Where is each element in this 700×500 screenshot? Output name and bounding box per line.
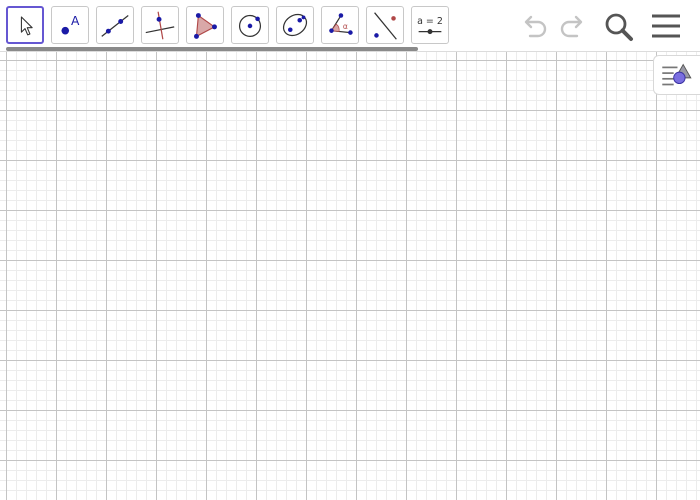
tool-line[interactable] [96, 6, 134, 44]
undo-icon [524, 15, 547, 38]
undo-button[interactable] [519, 13, 551, 41]
tool-ellipse[interactable] [276, 6, 314, 44]
tool-reflect[interactable] [366, 6, 404, 44]
toolbar: A α a = 2 [0, 0, 700, 52]
tool-circle[interactable] [231, 6, 269, 44]
ellipse-icon [282, 13, 308, 37]
tool-perpendicular-line[interactable] [141, 6, 179, 44]
tool-polygon[interactable] [186, 6, 224, 44]
hamburger-menu-icon [652, 14, 680, 38]
toolbar-scrollbar[interactable] [6, 47, 418, 51]
redo-icon [560, 15, 583, 38]
redo-button[interactable] [556, 13, 588, 41]
tool-angle-label: α [343, 22, 348, 31]
move-arrow-icon [20, 16, 33, 36]
polygon-icon [194, 13, 217, 39]
style-bar-icon [662, 63, 692, 86]
tool-slider-label: a = 2 [417, 16, 443, 27]
style-bar-toggle[interactable] [653, 55, 700, 95]
reflect-icon [374, 12, 397, 40]
circle-icon [238, 14, 262, 37]
perpendicular-line-icon [145, 11, 175, 40]
point-icon: A [61, 14, 80, 35]
tool-point[interactable]: A [51, 6, 89, 44]
tool-move[interactable] [6, 6, 44, 44]
angle-icon: α [329, 13, 353, 35]
tool-point-label: A [71, 14, 80, 28]
graphics-view[interactable] [0, 52, 700, 500]
tool-slider[interactable]: a = 2 [411, 6, 449, 44]
slider-icon: a = 2 [417, 16, 443, 35]
search-icon [605, 13, 633, 41]
main-menu-button[interactable] [649, 11, 683, 41]
tool-angle[interactable]: α [321, 6, 359, 44]
search-button[interactable] [602, 10, 636, 44]
line-icon [101, 15, 129, 37]
